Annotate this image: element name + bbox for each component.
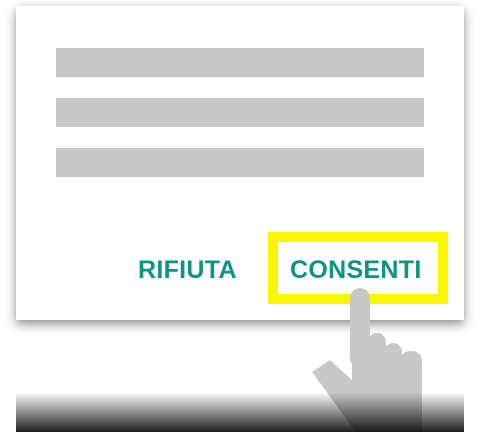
screen-bottom-edge: [16, 393, 464, 432]
hand-pointer-icon: [312, 288, 422, 432]
